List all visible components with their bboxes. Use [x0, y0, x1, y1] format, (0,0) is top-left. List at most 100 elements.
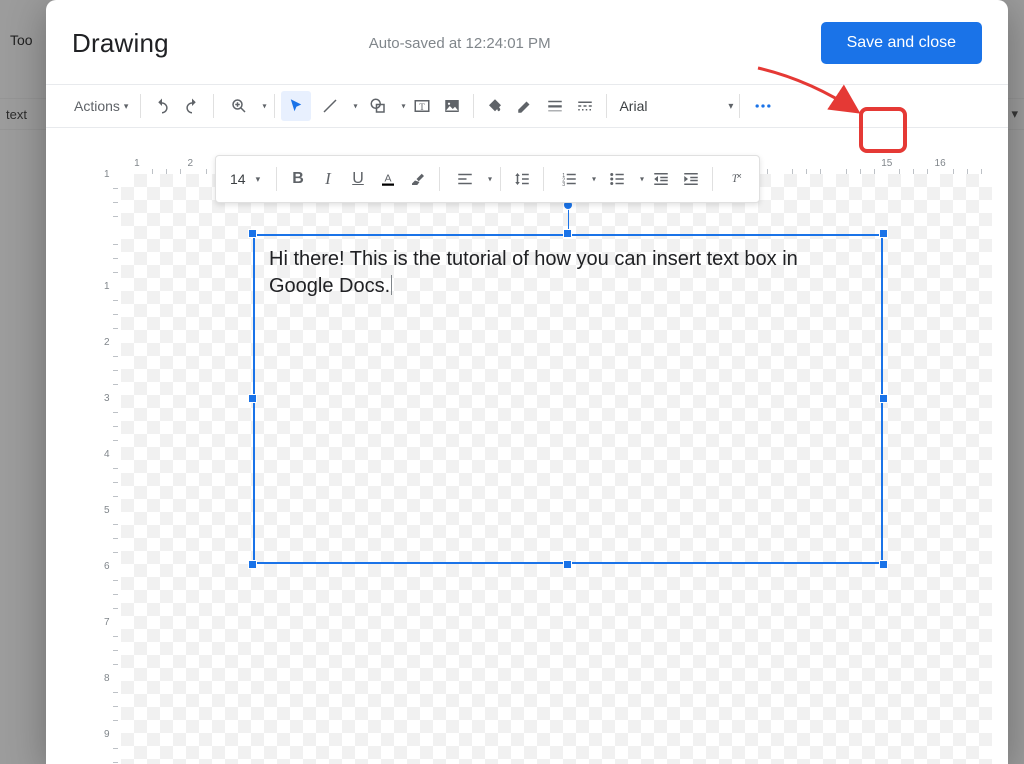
- bold-button[interactable]: B: [283, 164, 313, 194]
- font-family-picker[interactable]: Arial ▾: [613, 98, 733, 114]
- ruler-label: 1: [104, 281, 110, 292]
- save-and-close-button[interactable]: Save and close: [821, 22, 982, 64]
- numbered-list-icon: 123: [560, 170, 578, 188]
- undo-button[interactable]: [147, 91, 177, 121]
- zoom-icon: [230, 97, 248, 115]
- redo-icon: [183, 97, 201, 115]
- resize-handle-r[interactable]: [879, 394, 888, 403]
- redo-button[interactable]: [177, 91, 207, 121]
- resize-handle-l[interactable]: [248, 394, 257, 403]
- decrease-indent-button[interactable]: [646, 164, 676, 194]
- resize-handle-tr[interactable]: [879, 229, 888, 238]
- ruler-label: 16: [935, 158, 946, 169]
- ruler-label: 8: [104, 673, 110, 684]
- separator: [543, 167, 544, 191]
- drawing-canvas[interactable]: Hi there! This is the tutorial of how yo…: [121, 174, 992, 764]
- zoom-button[interactable]: ▾: [220, 91, 258, 121]
- caret-down-icon: ▾: [262, 102, 266, 111]
- align-button[interactable]: ▾: [446, 164, 484, 194]
- select-tool[interactable]: [281, 91, 311, 121]
- primary-toolbar: Actions ▾ ▾ ▾ ▾ T: [46, 84, 1008, 128]
- undo-icon: [153, 97, 171, 115]
- separator: [739, 94, 740, 118]
- font-size-picker[interactable]: 14 ▾: [226, 171, 270, 187]
- align-left-icon: [456, 170, 474, 188]
- numbered-list-button[interactable]: 123 ▾: [550, 164, 588, 194]
- line-icon: [321, 97, 339, 115]
- separator: [276, 167, 277, 191]
- caret-down-icon: ▾: [728, 101, 733, 112]
- indent-decrease-icon: [652, 170, 670, 188]
- paint-bucket-icon: [486, 97, 504, 115]
- underline-button[interactable]: U: [343, 164, 373, 194]
- shape-tool[interactable]: ▾: [359, 91, 397, 121]
- rotation-stem: [568, 208, 569, 230]
- caret-down-icon: ▾: [640, 175, 644, 184]
- ruler-label: 4: [104, 449, 110, 460]
- font-name-label: Arial: [619, 98, 647, 114]
- ruler-label: 5: [104, 505, 110, 516]
- caret-down-icon: ▾: [353, 102, 357, 111]
- textbox-tool[interactable]: T: [407, 91, 437, 121]
- clear-formatting-button[interactable]: T✕: [719, 164, 749, 194]
- increase-indent-button[interactable]: [676, 164, 706, 194]
- more-horizontal-icon: [753, 96, 773, 116]
- separator: [500, 167, 501, 191]
- fill-color-button[interactable]: [480, 91, 510, 121]
- text-color-icon: A: [379, 170, 397, 188]
- more-options-button[interactable]: [746, 89, 780, 123]
- italic-icon: I: [325, 169, 331, 189]
- resize-handle-b[interactable]: [563, 560, 572, 569]
- line-spacing-icon: [513, 170, 531, 188]
- clear-formatting-icon: T✕: [725, 170, 743, 188]
- line-tool[interactable]: ▾: [311, 91, 349, 121]
- vertical-ruler: 112345678910: [98, 174, 120, 764]
- bulleted-list-button[interactable]: ▾: [598, 164, 636, 194]
- ruler-label: 6: [104, 561, 110, 572]
- caret-down-icon: ▾: [256, 174, 261, 185]
- image-tool[interactable]: [437, 91, 467, 121]
- separator: [213, 94, 214, 118]
- text-color-button[interactable]: A: [373, 164, 403, 194]
- separator: [606, 94, 607, 118]
- ruler-label: 2: [104, 337, 110, 348]
- svg-text:✕: ✕: [736, 173, 742, 180]
- border-weight-button[interactable]: [540, 91, 570, 121]
- resize-handle-tl[interactable]: [248, 229, 257, 238]
- modal-header: Drawing Auto-saved at 12:24:01 PM Save a…: [46, 0, 1008, 84]
- separator: [274, 94, 275, 118]
- ruler-label: 3: [104, 393, 110, 404]
- resize-handle-bl[interactable]: [248, 560, 257, 569]
- ruler-label: 1: [104, 169, 110, 180]
- highlighter-icon: [409, 170, 427, 188]
- ruler-label: 2: [188, 158, 194, 169]
- border-color-button[interactable]: [510, 91, 540, 121]
- line-spacing-button[interactable]: [507, 164, 537, 194]
- actions-menu[interactable]: Actions ▾: [68, 94, 134, 118]
- text-box-content[interactable]: Hi there! This is the tutorial of how yo…: [255, 236, 881, 562]
- italic-button[interactable]: I: [313, 164, 343, 194]
- resize-handle-br[interactable]: [879, 560, 888, 569]
- border-dash-icon: [576, 97, 594, 115]
- cursor-icon: [287, 97, 305, 115]
- ruler-label: 9: [104, 729, 110, 740]
- autosave-status: Auto-saved at 12:24:01 PM: [369, 35, 551, 52]
- font-size-label: 14: [230, 171, 246, 187]
- separator: [439, 167, 440, 191]
- separator: [712, 167, 713, 191]
- image-icon: [443, 97, 461, 115]
- caret-down-icon: ▾: [401, 102, 405, 111]
- bold-icon: B: [292, 170, 304, 188]
- text-box-selected[interactable]: Hi there! This is the tutorial of how yo…: [253, 234, 883, 564]
- caret-down-icon: ▾: [488, 175, 492, 184]
- caret-down-icon: ▾: [592, 175, 596, 184]
- svg-text:3: 3: [562, 182, 565, 188]
- caret-down-icon: ▾: [124, 101, 129, 112]
- resize-handle-t[interactable]: [563, 229, 572, 238]
- text-cursor: [391, 275, 392, 295]
- border-dash-button[interactable]: [570, 91, 600, 121]
- bulleted-list-icon: [608, 170, 626, 188]
- actions-label: Actions: [74, 98, 120, 114]
- highlight-color-button[interactable]: [403, 164, 433, 194]
- shape-icon: [369, 97, 387, 115]
